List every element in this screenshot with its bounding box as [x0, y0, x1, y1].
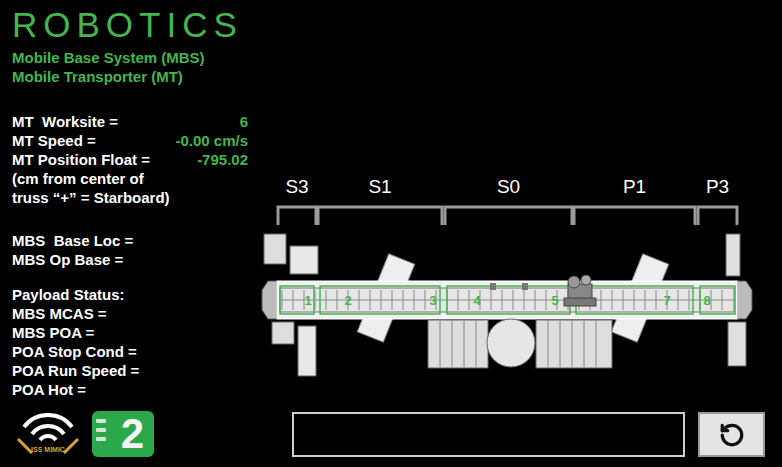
diagram-panel: S3 S1 S0 P1 P3 1 2 3 4 5 7 8 [258, 0, 782, 467]
badge-pins-icon [96, 419, 106, 441]
page-title: ROBOTICS [12, 6, 258, 44]
worksite-label: 3 [429, 293, 436, 308]
payload-field: POA Hot = [12, 380, 248, 399]
payload-heading: Payload Status: [12, 285, 248, 304]
field-value: -0.00 cm/s [175, 131, 248, 150]
worksite-label: 2 [344, 293, 351, 308]
position-note: (cm from center of [12, 169, 248, 188]
worksite-label: 4 [473, 293, 481, 308]
payload-field: POA Stop Cond = [12, 342, 248, 361]
svg-text:S1: S1 [368, 176, 391, 197]
message-box [292, 412, 685, 457]
subtitle: Mobile Transporter (MT) [12, 67, 258, 86]
payload-fields: Payload Status:MBS MCAS =MBS POA =POA St… [12, 285, 248, 399]
logo-row: ISS MIMIC 2 [12, 405, 258, 457]
svg-text:P3: P3 [706, 176, 729, 197]
info-panel: ROBOTICS Mobile Base System (MBS)Mobile T… [0, 0, 258, 467]
field-label: MBS Op Base = [12, 250, 123, 269]
truss-segment: S0 [445, 176, 572, 225]
field-label: POA Run Speed = [12, 361, 139, 380]
field-label: MBS Base Loc = [12, 231, 133, 250]
screen-badge: 2 [92, 411, 154, 457]
field-label: MT Worksite = [12, 112, 118, 131]
worksite-label: 7 [663, 293, 670, 308]
refresh-button[interactable] [698, 412, 765, 457]
field-value: -795.02 [197, 150, 248, 169]
subtitles: Mobile Base System (MBS)Mobile Transport… [12, 48, 258, 86]
refresh-icon [719, 422, 745, 448]
payload-field: MBS MCAS = [12, 304, 248, 323]
field-label: MT Position Float = [12, 150, 150, 169]
bottom-bar [258, 412, 782, 457]
mt-field: MT Worksite = 6 [12, 112, 248, 131]
iss-mimic-logo-icon: ISS MIMIC [12, 405, 84, 457]
payload-field: POA Run Speed = [12, 361, 248, 380]
field-value: 6 [240, 112, 248, 131]
mbs-field: MBS Op Base = [12, 250, 248, 269]
mt-field: MT Speed = -0.00 cm/s [12, 131, 248, 150]
mbs-field: MBS Base Loc = [12, 231, 248, 250]
position-note: truss “+” = Starboard) [12, 188, 248, 207]
subtitle: Mobile Base System (MBS) [12, 48, 258, 67]
svg-text:S3: S3 [285, 176, 308, 197]
field-label: MBS POA = [12, 323, 94, 342]
mobile-transporter-icon [564, 275, 596, 306]
field-label: MBS MCAS = [12, 304, 107, 323]
truss-segment: P3 [698, 176, 737, 225]
worksite-label: 1 [304, 293, 311, 308]
robotics-screen: ROBOTICS Mobile Base System (MBS)Mobile T… [0, 0, 782, 467]
truss-segment: S1 [318, 176, 442, 225]
module-icon [428, 319, 612, 368]
truss-segment: S3 [278, 176, 316, 225]
svg-text:ISS MIMIC: ISS MIMIC [31, 446, 65, 453]
mt-fields: MT Worksite =6MT Speed =-0.00 cm/sMT Pos… [12, 112, 248, 207]
svg-text:S0: S0 [497, 176, 520, 197]
field-label: POA Hot = [12, 380, 86, 399]
worksite-label: 5 [551, 293, 558, 308]
payload-field: MBS POA = [12, 323, 248, 342]
field-label: POA Stop Cond = [12, 342, 137, 361]
svg-text:P1: P1 [623, 176, 646, 197]
field-label: MT Speed = [12, 131, 96, 150]
worksite-label: 8 [703, 293, 710, 308]
truss-body [262, 281, 752, 319]
mt-field: MT Position Float = -795.02 [12, 150, 248, 169]
mbs-fields: MBS Base Loc =MBS Op Base = [12, 231, 248, 269]
truss-segment: P1 [574, 176, 695, 225]
truss-diagram: S3 S1 S0 P1 P3 1 2 3 4 5 7 8 [258, 172, 758, 382]
